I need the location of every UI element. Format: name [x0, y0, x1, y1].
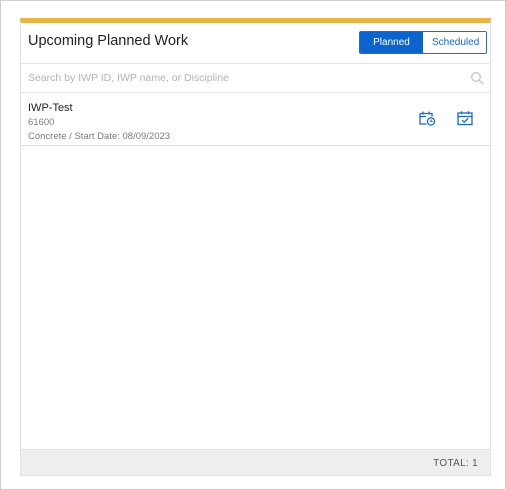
scheduled-toggle-button[interactable]: Scheduled: [423, 32, 486, 53]
planned-scheduled-toggle: Planned Scheduled: [359, 31, 487, 54]
upcoming-planned-work-panel: Upcoming Planned Work Planned Scheduled …: [20, 18, 491, 476]
calendar-clock-icon[interactable]: [417, 108, 437, 128]
page-frame: Upcoming Planned Work Planned Scheduled …: [0, 0, 506, 490]
work-item-list: IWP-Test 61600 Concrete / Start Date: 08…: [21, 93, 490, 146]
calendar-check-icon[interactable]: [455, 108, 475, 128]
search-input[interactable]: [21, 64, 490, 92]
item-name: IWP-Test: [28, 102, 73, 114]
item-meta: Concrete / Start Date: 08/09/2023: [28, 131, 171, 142]
search-bar: [21, 63, 490, 93]
panel-footer: TOTAL: 1: [21, 449, 490, 475]
planned-toggle-button[interactable]: Planned: [360, 32, 423, 53]
panel-title: Upcoming Planned Work: [28, 33, 189, 49]
list-item[interactable]: IWP-Test 61600 Concrete / Start Date: 08…: [21, 93, 490, 146]
search-icon[interactable]: [470, 71, 484, 85]
panel-header: Upcoming Planned Work Planned Scheduled: [21, 23, 490, 63]
item-id: 61600: [28, 117, 55, 128]
total-count: TOTAL: 1: [433, 458, 478, 469]
